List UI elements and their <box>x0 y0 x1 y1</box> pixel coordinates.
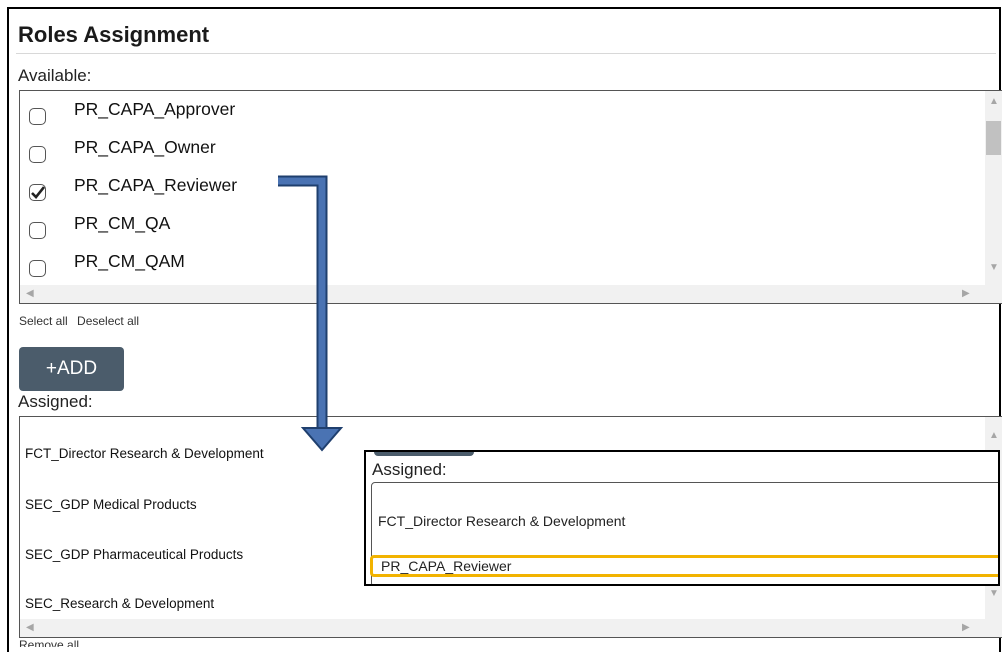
callout-assigned-list: FCT_Director Research & Development PR_C… <box>370 482 998 584</box>
arrow-head-icon <box>300 427 344 452</box>
callout-assigned-label: Assigned: <box>372 460 447 479</box>
callout-highlighted-item: PR_CAPA_Reviewer <box>370 555 998 577</box>
zoom-callout: Assigned: FCT_Director Research & Develo… <box>364 450 1000 586</box>
callout-assigned-item: FCT_Director Research & Development <box>378 513 626 529</box>
callout-button-edge <box>374 452 474 456</box>
